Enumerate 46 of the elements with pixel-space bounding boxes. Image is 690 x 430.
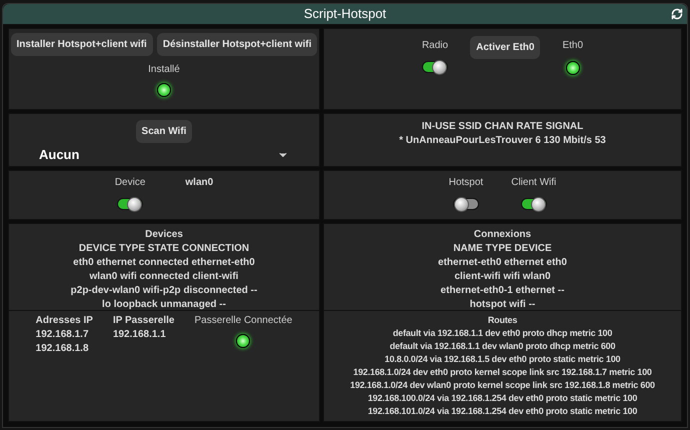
toggle-switch[interactable] [520,198,547,210]
device-label: Device [114,176,146,190]
switch-label: Client Wifi [511,176,556,190]
table-row: eth0 ethernet connected ethernet-eth0 [73,256,255,270]
toggle-switch[interactable] [452,198,479,210]
gateway-label: Passerelle Connectée [194,314,292,328]
panel-title: Devices [145,228,183,242]
scan-button[interactable]: Scan Wifi [136,120,192,143]
route-row: 10.8.0.0/24 via 192.168.1.5 dev eth0 proto static metric 100 [384,353,620,366]
table-row: ethernet-eth0-1 ethernet -- [440,284,564,298]
route-row: 192.168.1.0/24 dev wlan0 proto kernel scope link src 192.168.1.8 metric 600 [350,379,655,392]
table-row: lo loopback unmanaged -- [102,298,226,312]
column-header: Adresses IP [36,314,93,328]
wifi-row: * UnAnneauPourLesTrouver 6 130 Mbit/s 53 [399,134,606,148]
ip-value: 192.168.1.8 [36,342,90,356]
table-row: ethernet-eth0 ethernet eth0 [438,256,567,270]
action-button[interactable]: Installer Hotspot+client wifi [10,33,153,56]
action-button[interactable]: Désinstaller Hotspot+client wifi [156,33,318,56]
route-row: 192.168.100.0/24 via 192.168.1.254 dev eth0 proto static metric 100 [368,392,638,405]
route-row: 192.168.101.0/24 via 192.168.1.254 dev eth0 proto static metric 100 [368,405,638,418]
ip-value: 192.168.1.1 [112,328,167,342]
status-label: Installé [148,63,180,77]
table-row: wlan0 wifi connected client-wifi [90,270,238,284]
route-row: default via 192.168.1.1 dev eth0 proto dhcp metric 100 [392,327,612,340]
ip-value: 192.168.1.7 [36,328,90,342]
table-row: p2p-dev-wlan0 wifi-p2p disconnected -- [70,284,258,298]
panel-title: Routes [488,314,518,327]
activate-button[interactable]: Activer Eth0 [470,36,540,59]
network-dropdown[interactable]: Aucun [9,145,319,164]
route-row: default via 192.168.1.1 dev wlan0 proto dhcp metric 600 [390,340,616,353]
table-row: client-wifi wifi wlan0 [454,270,551,284]
table-header: DEVICE TYPE STATE CONNECTION [78,242,250,256]
toggle-switch[interactable] [422,61,448,73]
column-header: IP Passerelle [112,314,174,328]
table-header: IN-USE SSID CHAN RATE SIGNAL [422,120,584,134]
table-header: NAME TYPE DEVICE [453,242,552,256]
toggle-switch[interactable] [117,198,144,210]
eth0-label: Eth0 [562,39,584,53]
window-title: Script-Hotspot [304,5,386,24]
route-row: 192.168.1.0/24 dev eth0 proto kernel scope link src 192.168.1.7 metric 100 [353,366,652,379]
table-row: hotspot wifi -- [470,298,536,312]
panel-title: Connexions [474,228,532,242]
device-value: wlan0 [185,176,214,190]
refresh-icon[interactable] [671,8,683,20]
switch-label: Hotspot [448,176,484,190]
radio-label: Radio [422,39,448,53]
